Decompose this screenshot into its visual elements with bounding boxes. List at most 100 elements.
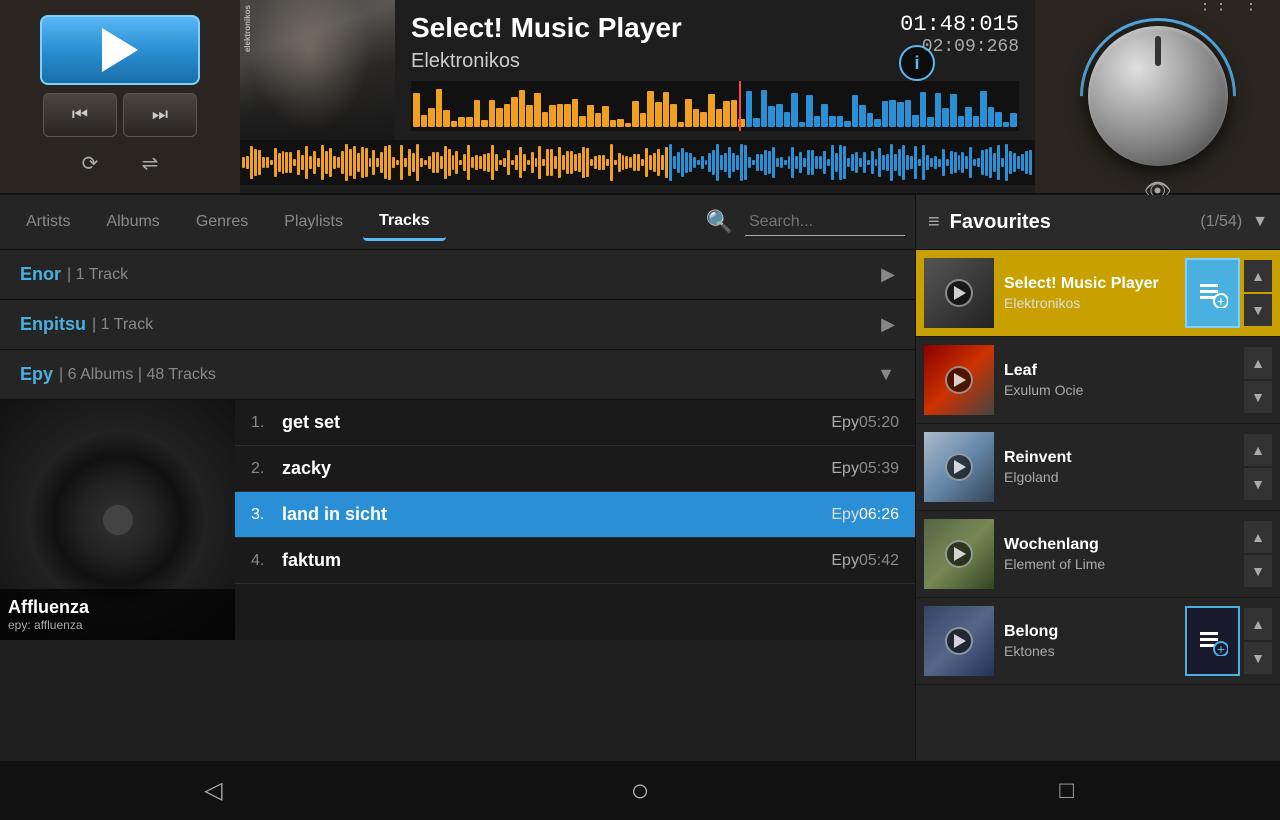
list-icon: ≡	[928, 211, 940, 234]
album-title-overlay: Affluenza epy: affluenza	[0, 589, 235, 640]
fav-down-btn-3[interactable]: ▼	[1244, 468, 1272, 500]
track-name-2: zacky	[282, 458, 823, 479]
fav-item-reinvent[interactable]: Reinvent Elgoland ▲ ▼	[916, 424, 1280, 511]
track-item-2[interactable]: 2. zacky Epy 05:39	[235, 446, 915, 492]
album-cover-affluenza: Affluenza epy: affluenza	[0, 400, 235, 640]
prev-button[interactable]: ⏮	[43, 93, 117, 137]
home-icon: ○	[630, 772, 649, 809]
track-name-4: faktum	[282, 550, 823, 571]
recents-icon: □	[1059, 777, 1074, 805]
fav-action-btn-1[interactable]: +	[1185, 258, 1240, 328]
equalizer-icon[interactable]: ⋮⋮	[1199, 0, 1227, 18]
volume-knob[interactable]	[1088, 26, 1228, 166]
play-button[interactable]	[40, 15, 200, 85]
artist-meta-epy: | 6 Albums | 48 Tracks	[59, 366, 216, 384]
track-name-3: land in sicht	[282, 504, 823, 525]
fav-play-btn-4[interactable]	[945, 540, 973, 568]
track-duration-3: 06:26	[859, 506, 899, 524]
fav-up-btn-3[interactable]: ▲	[1244, 434, 1272, 466]
fav-thumb-inner-2	[924, 345, 994, 415]
shuffle-button[interactable]: ⇌	[130, 149, 170, 179]
fav-info-4: Wochenlang Element of Lime	[1004, 536, 1240, 572]
favorites-count: (1/54)	[1200, 213, 1242, 231]
artist-expanded-epy: Affluenza epy: affluenza 1. get set Epy …	[0, 400, 915, 640]
back-button[interactable]: ◁	[183, 771, 243, 811]
waveform-display[interactable]	[411, 81, 1019, 131]
fav-up-btn-5[interactable]: ▲	[1244, 608, 1272, 640]
back-icon: ◁	[204, 776, 222, 805]
controls-left: ⏮ ⏭ ⟳ ⇌	[0, 0, 240, 193]
track-num-2: 2.	[251, 460, 276, 478]
fav-item-wochenlang[interactable]: Wochenlang Element of Lime ▲ ▼	[916, 511, 1280, 598]
more-options-icon[interactable]: ⋮	[1237, 0, 1265, 18]
fav-up-btn-2[interactable]: ▲	[1244, 347, 1272, 379]
artist-group-enpitsu[interactable]: Enpitsu | 1 Track ▶	[0, 300, 915, 350]
artist-meta-enor: | 1 Track	[67, 266, 128, 284]
fav-info-5: Belong Ektones	[1004, 623, 1181, 659]
album-title-text: Affluenza	[8, 597, 227, 618]
fav-up-btn-1[interactable]: ▲	[1244, 260, 1272, 292]
full-waveform[interactable]	[240, 140, 1035, 185]
fav-updown-3: ▲ ▼	[1244, 434, 1272, 500]
next-button[interactable]: ⏭	[123, 93, 197, 137]
fav-play-btn-2[interactable]	[945, 366, 973, 394]
tab-playlists[interactable]: Playlists	[268, 205, 359, 239]
search-input[interactable]	[745, 209, 905, 236]
tracks-in-album: 1. get set Epy 05:20 2. zacky Epy 05:39	[235, 400, 915, 640]
fav-play-btn-1[interactable]	[945, 279, 973, 307]
fav-down-btn-1[interactable]: ▼	[1244, 294, 1272, 326]
info-badge[interactable]: i	[899, 45, 935, 81]
track-duration-4: 05:42	[859, 552, 899, 570]
fav-info-1: Select! Music Player Elektronikos	[1004, 275, 1181, 311]
track-num-1: 1.	[251, 414, 276, 432]
favorites-title: Favourites	[950, 211, 1201, 234]
favorites-header: ≡ Favourites (1/54) ▼	[916, 195, 1280, 250]
fav-item-belong[interactable]: Belong Ektones + ▲ ▼	[916, 598, 1280, 685]
artist-group-epy[interactable]: Epy | 6 Albums | 48 Tracks ▼	[0, 350, 915, 400]
track-info: Select! Music Player Elektronikos 01:48:…	[395, 0, 1035, 140]
fav-item-select-music-player[interactable]: Select! Music Player Elektronikos + ▲ ▼	[916, 250, 1280, 337]
track-artist-2: Epy	[831, 460, 859, 478]
fav-up-btn-4[interactable]: ▲	[1244, 521, 1272, 553]
info-icon: i	[914, 53, 919, 74]
tab-artists[interactable]: Artists	[10, 205, 86, 239]
fav-play-btn-5[interactable]	[945, 627, 973, 655]
fav-thumb-inner-5	[924, 606, 994, 676]
track-item-3[interactable]: 3. land in sicht Epy 06:26	[235, 492, 915, 538]
tab-albums[interactable]: Albums	[90, 205, 175, 239]
waveform-playhead	[739, 81, 741, 131]
main-content: Artists Albums Genres Playlists Tracks 🔍…	[0, 195, 1280, 760]
top-icons: ⋮⋮ ⋮	[1045, 0, 1270, 18]
fav-down-btn-2[interactable]: ▼	[1244, 381, 1272, 413]
track-num-3: 3.	[251, 506, 276, 524]
nav-tabs: Artists Albums Genres Playlists Tracks 🔍	[0, 195, 915, 250]
tab-genres[interactable]: Genres	[180, 205, 264, 239]
home-button[interactable]: ○	[610, 771, 670, 811]
fav-artist-4: Element of Lime	[1004, 556, 1240, 572]
fav-title-5: Belong	[1004, 623, 1181, 641]
fav-down-btn-5[interactable]: ▼	[1244, 642, 1272, 674]
now-playing-area: elektronikos Select! Music Player Elektr…	[240, 0, 1035, 193]
fav-play-btn-3[interactable]	[945, 453, 973, 481]
artist-group-enor[interactable]: Enor | 1 Track ▶	[0, 250, 915, 300]
favorites-dropdown-arrow[interactable]: ▼	[1252, 213, 1268, 231]
full-waveform-bars	[240, 140, 1035, 185]
transport-buttons: ⏮ ⏭	[43, 93, 197, 137]
album-row-epy: Affluenza epy: affluenza 1. get set Epy …	[0, 400, 915, 640]
fav-item-leaf[interactable]: Leaf Exulum Ocie ▲ ▼	[916, 337, 1280, 424]
fav-play-tri-1	[954, 286, 966, 300]
fav-title-3: Reinvent	[1004, 449, 1240, 467]
track-list: Enor | 1 Track ▶ Enpitsu | 1 Track ▶ Epy…	[0, 250, 915, 760]
recents-button[interactable]: □	[1037, 771, 1097, 811]
album-label-text: elektronikos	[243, 5, 252, 52]
search-icon-button[interactable]: 🔍	[698, 205, 741, 239]
track-item-1[interactable]: 1. get set Epy 05:20	[235, 400, 915, 446]
fav-thumb-1	[924, 258, 994, 328]
svg-text:+: +	[1216, 641, 1224, 656]
tab-tracks[interactable]: Tracks	[363, 204, 446, 241]
track-item-4[interactable]: 4. faktum Epy 05:42	[235, 538, 915, 584]
repeat-button[interactable]: ⟳	[70, 149, 110, 179]
fav-down-btn-4[interactable]: ▼	[1244, 555, 1272, 587]
fav-action-btn-5[interactable]: +	[1185, 606, 1240, 676]
track-duration-1: 05:20	[859, 414, 899, 432]
